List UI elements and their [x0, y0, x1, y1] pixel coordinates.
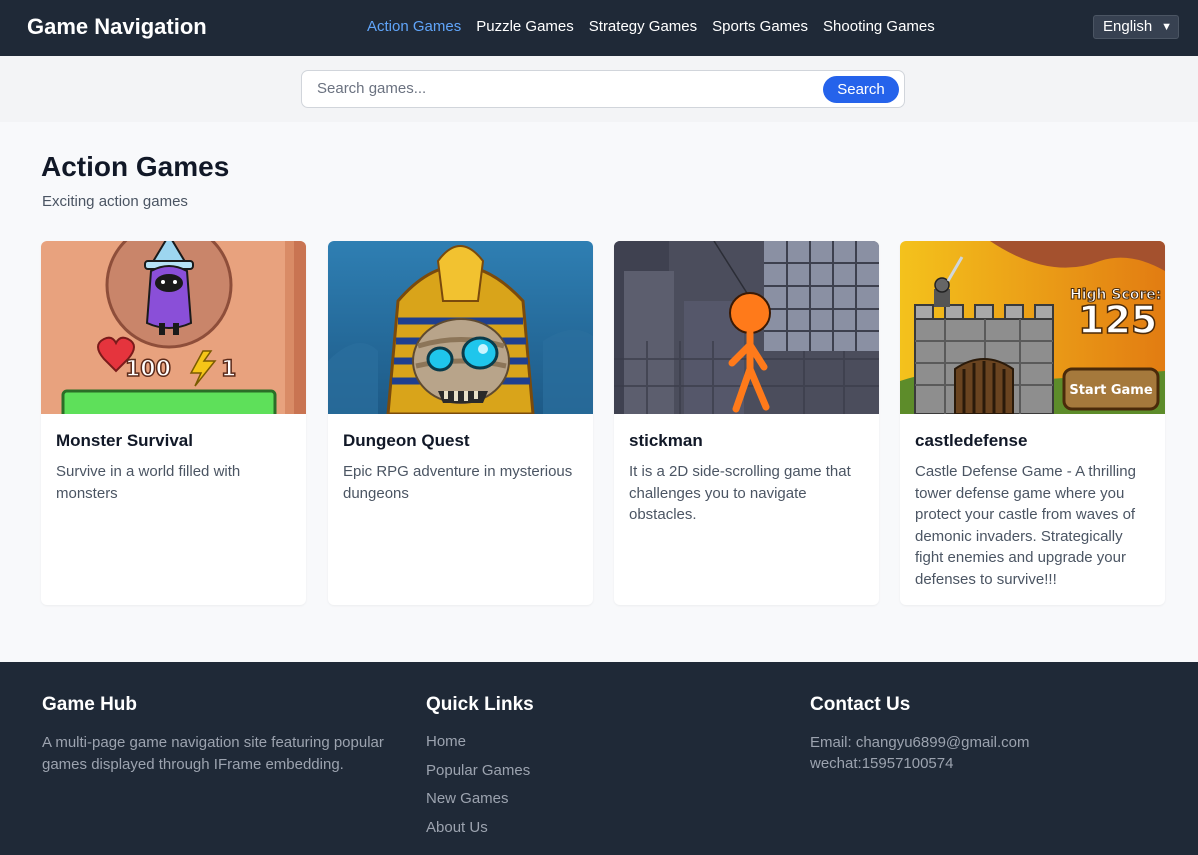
search-input[interactable]: Search games... Search: [301, 70, 905, 108]
game-thumbnail[interactable]: High Score: 125 Start Game: [900, 241, 1165, 414]
search-button[interactable]: Search: [823, 76, 899, 103]
game-title[interactable]: Monster Survival: [56, 430, 193, 452]
game-thumbnail[interactable]: [614, 241, 879, 414]
nav-action-games[interactable]: Action Games: [367, 16, 461, 38]
game-title[interactable]: castledefense: [915, 430, 1027, 452]
game-card-dungeon-quest[interactable]: Dungeon Quest Epic RPG adventure in myst…: [328, 241, 593, 605]
nav-sports-games[interactable]: Sports Games: [712, 16, 808, 38]
game-card-monster-survival[interactable]: 100 1 Monster Survival Survive in a worl…: [41, 241, 306, 605]
game-description: Castle Defense Game - A thrilling tower …: [915, 463, 1136, 588]
thumb-high-score-value: 125: [1078, 298, 1157, 342]
category-nav: Action Games Puzzle Games Strategy Games…: [367, 16, 935, 38]
castledefense-artwork: High Score: 125 Start Game: [900, 241, 1165, 414]
game-thumbnail[interactable]: 100 1: [41, 241, 306, 414]
footer-links-title: Quick Links: [426, 694, 534, 715]
footer-link-new-games[interactable]: New Games: [426, 789, 509, 809]
search-bar-section: Search games... Search: [0, 56, 1198, 122]
game-description: It is a 2D side-scrolling game that chal…: [629, 463, 851, 524]
page-subtitle: Exciting action games: [42, 193, 188, 210]
game-title[interactable]: stickman: [629, 430, 703, 452]
footer-link-about-us[interactable]: About Us: [426, 818, 488, 838]
footer-about-text: A multi-page game navigation site featur…: [42, 734, 384, 773]
game-description: Survive in a world filled with monsters: [56, 463, 241, 502]
thumb-start-game-label: Start Game: [1069, 383, 1152, 398]
monster-survival-artwork: 100 1: [41, 241, 306, 414]
thumb-hp-value: 100: [125, 357, 171, 382]
language-select[interactable]: English ▼: [1093, 15, 1179, 39]
game-thumbnail[interactable]: [328, 241, 593, 414]
footer-link-popular-games[interactable]: Popular Games: [426, 761, 530, 781]
site-brand[interactable]: Game Navigation: [27, 12, 207, 42]
footer-about-title: Game Hub: [42, 694, 138, 715]
nav-strategy-games[interactable]: Strategy Games: [589, 16, 697, 38]
game-card-stickman[interactable]: stickman It is a 2D side-scrolling game …: [614, 241, 879, 605]
nav-shooting-games[interactable]: Shooting Games: [823, 16, 935, 38]
game-card-castledefense[interactable]: High Score: 125 Start Game castledefense…: [900, 241, 1165, 605]
dungeon-quest-artwork: [328, 241, 593, 414]
footer-contact-wechat: wechat:15957100574: [810, 755, 954, 772]
footer-contact-email: Email: changyu6899@gmail.com: [810, 734, 1030, 751]
thumb-energy-value: 1: [221, 357, 236, 382]
site-footer: Game Hub A multi-page game navigation si…: [0, 662, 1198, 855]
footer-link-home[interactable]: Home: [426, 732, 466, 752]
top-navbar: Game Navigation Action Games Puzzle Game…: [0, 0, 1198, 56]
search-placeholder: Search games...: [317, 80, 427, 97]
game-title[interactable]: Dungeon Quest: [343, 430, 470, 452]
page-title: Action Games: [41, 151, 230, 182]
language-select-value: English: [1103, 18, 1153, 35]
game-description: Epic RPG adventure in mysterious dungeon…: [343, 463, 573, 502]
footer-contact-title: Contact Us: [810, 694, 911, 715]
nav-puzzle-games[interactable]: Puzzle Games: [476, 16, 574, 38]
stickman-artwork: [614, 241, 879, 414]
chevron-down-icon: ▼: [1161, 21, 1172, 33]
